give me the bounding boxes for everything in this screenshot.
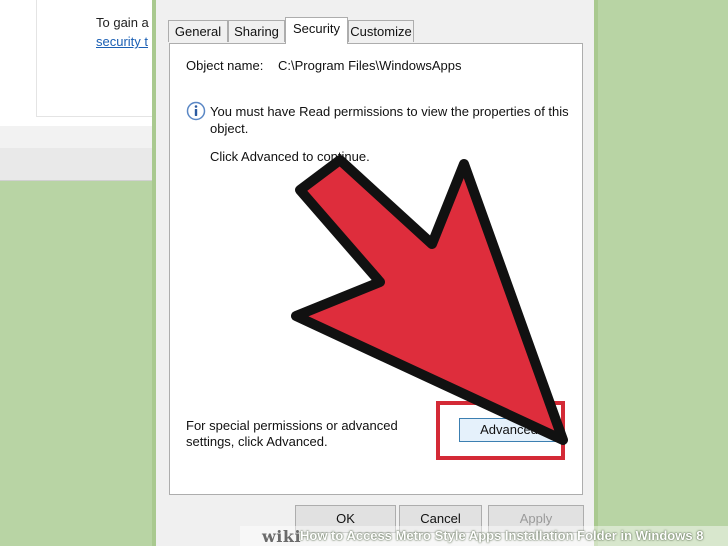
continue-message: Click Advanced to continue. (210, 149, 370, 164)
info-message: You must have Read permissions to view t… (210, 104, 569, 136)
background-divider (0, 126, 152, 149)
tab-security[interactable]: Security (285, 17, 348, 44)
info-shield-icon (186, 101, 206, 121)
background-toolbar (0, 148, 152, 181)
wiki-logo: wiki (262, 527, 302, 546)
background-text: To gain a security t (96, 13, 149, 51)
security-link[interactable]: security t (96, 32, 149, 51)
caption-title: How to Access Metro Style Apps Installat… (300, 528, 704, 543)
object-name-label: Object name: (186, 58, 264, 73)
tab-customize[interactable]: Customize (348, 20, 414, 42)
tab-sharing[interactable]: Sharing (228, 20, 285, 42)
special-permissions-text: For special permissions or advanced sett… (186, 418, 398, 449)
object-name-value: C:\Program Files\WindowsApps (278, 58, 462, 73)
background-text-line: To gain a (96, 15, 149, 30)
tab-general[interactable]: General (168, 20, 228, 42)
advanced-button[interactable]: Advanced (459, 418, 559, 442)
